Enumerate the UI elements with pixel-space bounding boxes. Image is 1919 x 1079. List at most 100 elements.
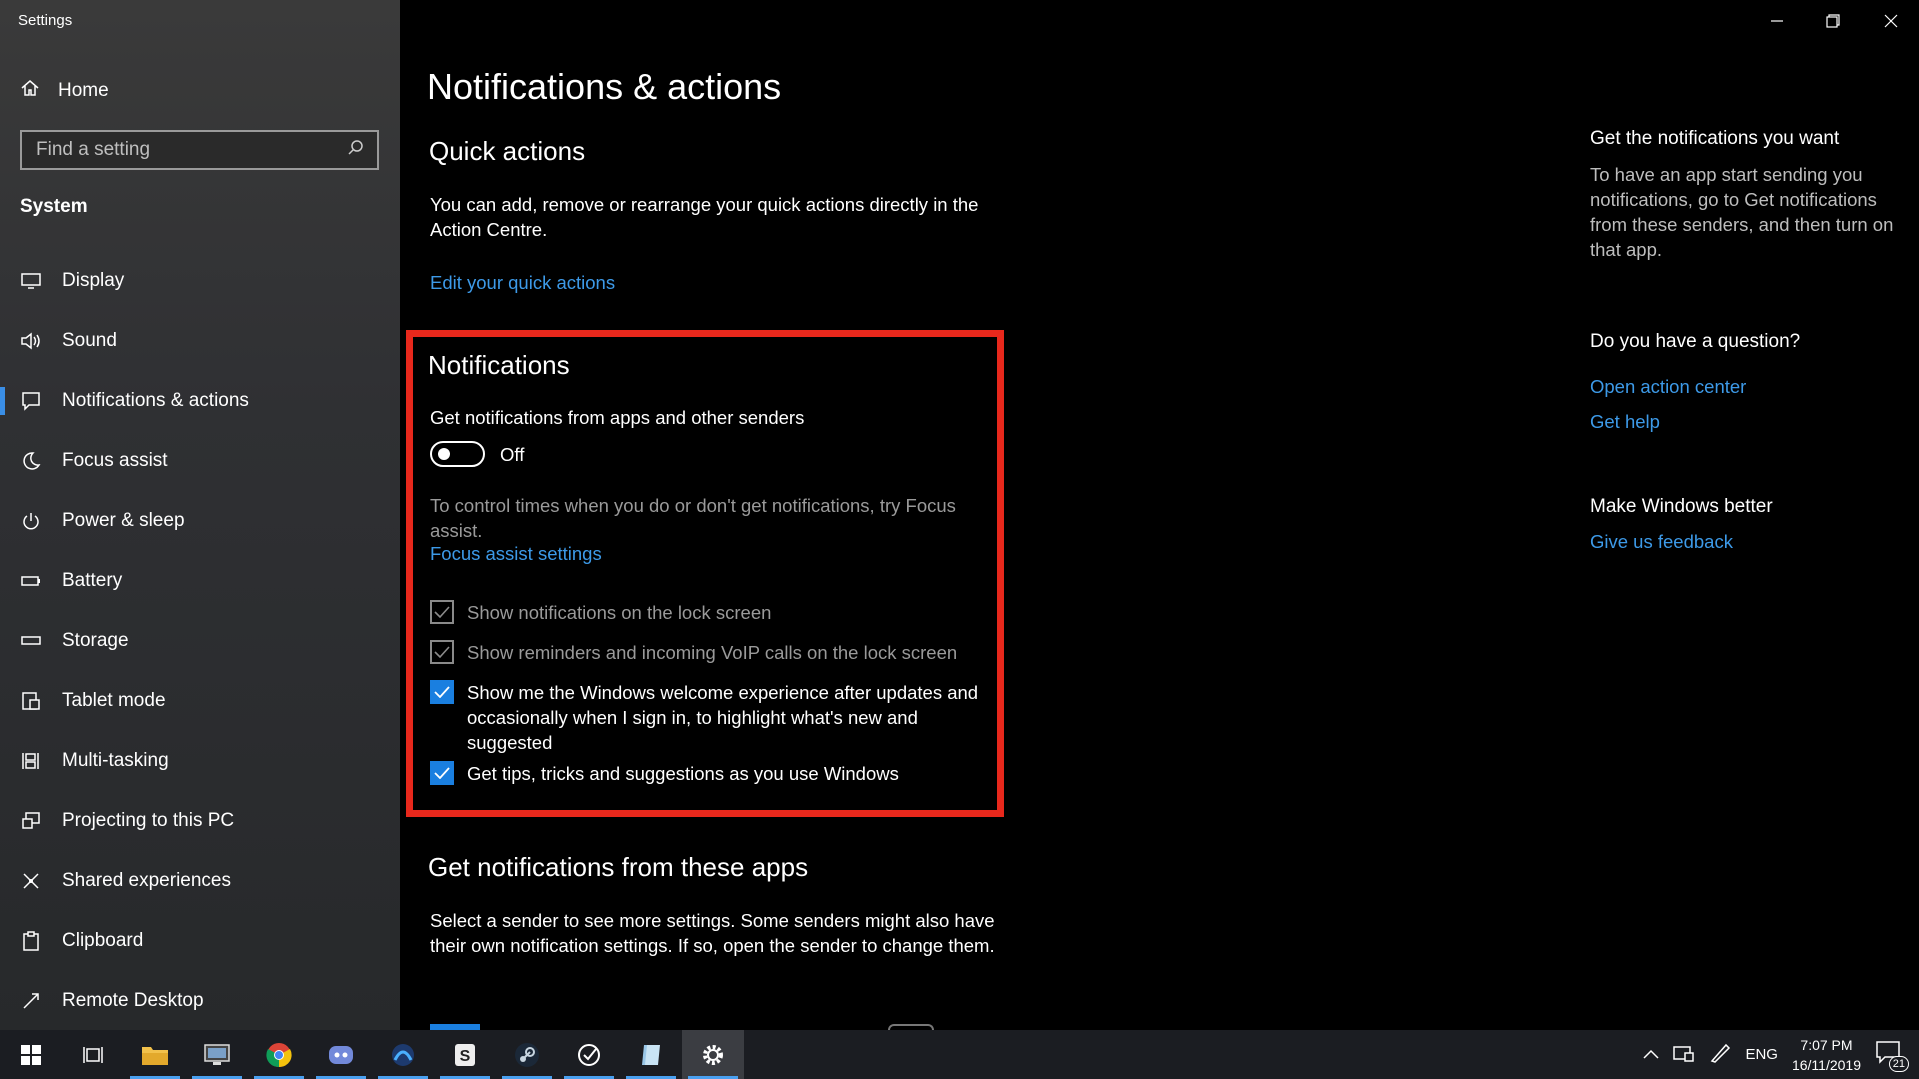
sidebar-item-label: Storage [62,630,129,651]
pen-icon[interactable] [1709,1043,1731,1067]
toggle-label: Get notifications from apps and other se… [430,407,805,428]
checkbox-lock-screen[interactable] [430,600,454,624]
notifications-toggle-row: Off [430,441,524,467]
taskbar-discord[interactable] [310,1030,372,1079]
checkbox-row-voip[interactable]: Show reminders and incoming VoIP calls o… [430,640,957,665]
sidebar: Settings Home System Display Sound Notif… [0,0,400,1030]
toggle-state: Off [500,443,525,465]
taskbar-app-notepad[interactable] [620,1030,682,1079]
checkbox-label: Show reminders and incoming VoIP calls o… [467,642,958,663]
restore-button[interactable] [1810,6,1856,36]
notifications-toggle[interactable] [430,441,485,467]
clock-time: 7:07 PM [1800,1036,1853,1053]
search-box[interactable] [20,130,379,170]
sidebar-item-notifications[interactable]: Notifications & actions [0,373,400,429]
checkbox-row-lock-screen[interactable]: Show notifications on the lock screen [430,600,771,625]
focus-assist-settings-link[interactable]: Focus assist settings [430,543,602,565]
home-label: Home [58,80,109,101]
checkmark-icon [434,646,450,658]
taskbar-app-blue[interactable] [372,1030,434,1079]
apps-description: Select a sender to see more settings. So… [430,910,995,956]
action-center-button[interactable]: 21 [1875,1040,1909,1072]
sidebar-item-display[interactable]: Display [0,253,400,309]
chevron-up-icon[interactable] [1643,1046,1659,1063]
clock-date: 16/11/2019 [1791,1056,1861,1073]
tablet-icon [20,690,42,712]
give-feedback-link[interactable]: Give us feedback [1590,531,1733,553]
minimize-button[interactable] [1754,6,1800,36]
storage-icon [20,630,42,652]
checkbox-row-welcome[interactable]: Show me the Windows welcome experience a… [430,680,990,755]
notifications-heading: Notifications [428,350,570,380]
checkbox-welcome[interactable] [430,680,454,704]
sidebar-item-projecting[interactable]: Projecting to this PC [0,793,400,849]
page-title: Notifications & actions [427,66,782,107]
edit-quick-actions-link[interactable]: Edit your quick actions [430,272,615,294]
checkbox-tips[interactable] [430,761,454,785]
chrome-icon [266,1042,292,1067]
notification-count-badge: 21 [1888,1055,1909,1072]
app-check-icon [578,1043,600,1066]
sidebar-item-label: Sound [62,330,117,351]
clock[interactable]: 7:07 PM 16/11/2019 [1792,1035,1861,1075]
get-help-link[interactable]: Get help [1590,411,1660,433]
search-input[interactable] [34,138,334,162]
power-icon [20,510,42,532]
multitask-icon [20,750,42,772]
sidebar-item-tablet-mode[interactable]: Tablet mode [0,673,400,729]
window-title: Settings [18,12,73,29]
taskbar-app-s[interactable]: S [434,1030,496,1079]
home-icon [20,78,40,104]
taskbar: S ENG 7:07 PM 16/11/2019 21 [0,1030,1919,1079]
sidebar-item-label: Tablet mode [62,690,166,711]
sidebar-item-multitasking[interactable]: Multi-tasking [0,733,400,789]
sidebar-item-focus-assist[interactable]: Focus assist [0,433,400,489]
restore-icon [1826,14,1840,28]
clipboard-icon [20,930,42,952]
sidebar-item-remote-desktop[interactable]: Remote Desktop [0,973,400,1029]
share-icon [20,870,42,892]
taskbar-app-check[interactable] [558,1030,620,1079]
close-button[interactable] [1868,6,1914,36]
sidebar-item-shared-experiences[interactable]: Shared experiences [0,853,400,909]
taskbar-remote-desktop[interactable] [186,1030,248,1079]
language-indicator[interactable]: ENG [1745,1046,1778,1063]
minimize-icon [1771,20,1783,22]
checkbox-row-tips[interactable]: Get tips, tricks and suggestions as you … [430,761,899,786]
taskbar-chrome[interactable] [248,1030,310,1079]
sidebar-item-battery[interactable]: Battery [0,553,400,609]
sidebar-item-sound[interactable]: Sound [0,313,400,369]
checkbox-label: Show me the Windows welcome experience a… [467,682,979,753]
sidebar-item-label: Projecting to this PC [62,810,235,831]
app-blue-icon [392,1043,414,1066]
task-view-button[interactable] [62,1030,124,1079]
sidebar-item-label: Multi-tasking [62,750,169,771]
sidebar-item-power-sleep[interactable]: Power & sleep [0,493,400,549]
search-icon[interactable] [347,139,365,162]
open-action-center-link[interactable]: Open action center [1590,376,1746,398]
sidebar-item-clipboard[interactable]: Clipboard [0,913,400,969]
sidebar-item-label: Focus assist [62,450,168,471]
battery-icon [20,570,42,592]
taskbar-file-explorer[interactable] [124,1030,186,1079]
svg-text:S: S [460,1048,471,1065]
sidebar-home[interactable]: Home [20,78,109,104]
system-tray: ENG 7:07 PM 16/11/2019 21 [1643,1030,1919,1079]
taskbar-settings[interactable] [682,1030,744,1079]
sidebar-item-label: Shared experiences [62,870,231,891]
speaker-icon [20,330,42,352]
taskbar-steam[interactable] [496,1030,558,1079]
sidebar-item-label: Clipboard [62,930,144,951]
sidebar-item-label: Battery [62,570,123,591]
checkbox-label: Get tips, tricks and suggestions as you … [467,763,899,784]
checkbox-voip[interactable] [430,640,454,664]
moon-icon [20,450,42,472]
remote-icon [20,990,42,1012]
help-heading-question: Do you have a question? [1590,331,1801,352]
sidebar-item-label: Remote Desktop [62,990,204,1011]
checkmark-icon [434,686,450,698]
start-button[interactable] [0,1030,62,1079]
sidebar-item-storage[interactable]: Storage [0,613,400,669]
sidebar-item-label: Notifications & actions [62,390,249,411]
network-icon[interactable] [1673,1043,1695,1067]
